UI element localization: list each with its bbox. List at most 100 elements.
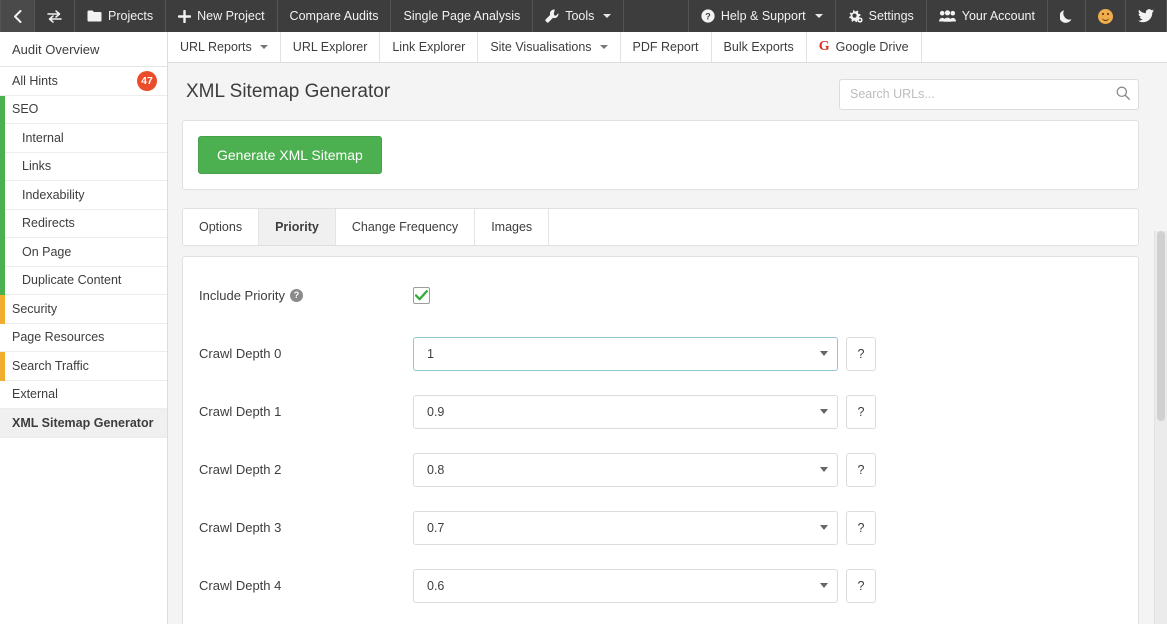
generate-xml-sitemap-button[interactable]: Generate XML Sitemap: [198, 135, 382, 174]
sidebar-item-xml-sitemap-generator[interactable]: XML Sitemap Generator: [0, 409, 167, 438]
back-chevron-icon: [13, 9, 22, 23]
tools-label: Tools: [565, 9, 595, 23]
priority-select[interactable]: 0.6: [413, 568, 838, 603]
chevron-down-icon: [820, 409, 828, 415]
crawl-depth-label: Crawl Depth 2: [199, 462, 282, 478]
nav-item-bulk-exports[interactable]: Bulk Exports: [712, 32, 807, 62]
page-header-row: XML Sitemap Generator: [182, 75, 1139, 120]
sidebar-accent-bar: [0, 181, 5, 210]
sidebar-item-label: External: [12, 387, 58, 402]
projects-menu-item[interactable]: Projects: [75, 0, 167, 32]
nav-item-pdf-report[interactable]: PDF Report: [621, 32, 712, 62]
sidebar-item-label: Redirects: [22, 216, 75, 231]
chevron-down-icon: [820, 525, 828, 531]
sidebar-item-security[interactable]: Security: [0, 295, 167, 324]
priority-help-button[interactable]: ?: [846, 568, 876, 603]
left-sidebar: Audit Overview All Hints 47 SEO Internal Lin…: [0, 32, 168, 624]
sidebar-accent-bar: [0, 124, 5, 153]
chevron-down-icon: [820, 351, 828, 357]
nav-label: Link Explorer: [392, 39, 466, 54]
single-page-analysis-menu-item[interactable]: Single Page Analysis: [391, 0, 534, 32]
nav-label: URL Reports: [180, 39, 252, 54]
priority-select[interactable]: 0.9: [413, 394, 838, 429]
sidebar-item-external[interactable]: External: [0, 380, 167, 409]
tab-images[interactable]: Images: [475, 208, 550, 245]
sidebar-item-indexability[interactable]: Indexability: [0, 181, 167, 210]
folder-icon: [87, 10, 102, 22]
sidebar-accent-bar: [0, 352, 5, 381]
back-button[interactable]: [0, 0, 35, 32]
chevron-down-icon: [814, 14, 823, 18]
sidebar-item-seo[interactable]: SEO: [0, 95, 167, 124]
tab-options[interactable]: Options: [183, 208, 260, 245]
priority-help-button[interactable]: ?: [846, 336, 876, 371]
feedback-smiley-button[interactable]: [1086, 0, 1126, 32]
search-input[interactable]: [839, 78, 1139, 110]
settings-label: Settings: [868, 9, 914, 23]
switch-project-button[interactable]: [35, 0, 75, 32]
priority-help-button[interactable]: ?: [846, 510, 876, 545]
sidebar-item-links[interactable]: Links: [0, 152, 167, 181]
priority-form-panel: Include Priority ? Crawl Depth 0 1? Crawl …: [182, 255, 1139, 624]
sidebar-accent-bar: [0, 209, 5, 238]
priority-select[interactable]: 0.8: [413, 452, 838, 487]
nav-item-google-drive[interactable]: G Google Drive: [807, 32, 922, 62]
crawl-depth-row: Crawl Depth 3 0.7?: [183, 510, 1138, 545]
sidebar-item-search-traffic[interactable]: Search Traffic: [0, 352, 167, 381]
content-area: XML Sitemap Generator Generate XML Sitem…: [168, 62, 1167, 624]
new-project-menu-item[interactable]: New Project: [166, 0, 278, 32]
gears-icon: [848, 9, 863, 23]
sidebar-item-redirects[interactable]: Redirects: [0, 209, 167, 238]
new-project-label: New Project: [197, 9, 265, 23]
priority-select-group: 0.7?: [413, 510, 876, 545]
priority-select[interactable]: 1: [413, 336, 838, 371]
sidebar-item-on-page[interactable]: On Page: [0, 238, 167, 267]
sidebar-item-label: Links: [22, 159, 52, 174]
priority-select-value: 0.7: [427, 520, 445, 535]
chevron-down-icon: [820, 583, 828, 589]
compare-audits-menu-item[interactable]: Compare Audits: [278, 0, 392, 32]
global-top-bar: Projects New Project Compare Audits Sing…: [0, 0, 1167, 32]
topbar-spacer: [624, 0, 689, 32]
tab-label: Change Frequency: [351, 219, 459, 234]
priority-select[interactable]: 0.7: [413, 510, 838, 545]
sidebar-item-label: XML Sitemap Generator: [12, 415, 154, 430]
sidebar-item-internal[interactable]: Internal: [0, 124, 167, 153]
audit-overview-header: Audit Overview: [0, 32, 167, 67]
nav-item-url-reports[interactable]: URL Reports: [168, 32, 281, 62]
sidebar-item-page-resources[interactable]: Page Resources: [0, 323, 167, 352]
sidebar-item-label: Duplicate Content: [22, 273, 122, 288]
nav-item-site-visualisations[interactable]: Site Visualisations: [478, 32, 621, 62]
crawl-depth-row: Crawl Depth 1 0.9?: [183, 394, 1138, 429]
twitter-link[interactable]: [1126, 0, 1167, 32]
sidebar-item-duplicate-content[interactable]: Duplicate Content: [0, 266, 167, 295]
sidebar-item-all-hints[interactable]: All Hints 47: [0, 67, 167, 96]
sidebar-accent-bar: [0, 152, 5, 181]
twitter-icon: [1138, 9, 1154, 23]
help-icon[interactable]: ?: [289, 289, 303, 303]
priority-help-button[interactable]: ?: [846, 452, 876, 487]
settings-menu-item[interactable]: Settings: [836, 0, 927, 32]
tab-priority[interactable]: Priority: [259, 208, 336, 245]
page-title: XML Sitemap Generator: [186, 80, 391, 102]
tools-menu-item[interactable]: Tools: [533, 0, 625, 32]
help-support-menu-item[interactable]: ? Help & Support: [689, 0, 836, 32]
scrollbar-thumb[interactable]: [1157, 230, 1165, 421]
question-circle-icon: ?: [701, 9, 715, 23]
sidebar-item-label: Search Traffic: [12, 358, 89, 373]
content-inner: XML Sitemap Generator Generate XML Sitem…: [168, 75, 1167, 624]
plus-icon: [178, 9, 192, 23]
priority-help-button[interactable]: ?: [846, 394, 876, 429]
page-layout: Audit Overview All Hints 47 SEO Internal Lin…: [0, 32, 1167, 624]
tab-change-frequency[interactable]: Change Frequency: [335, 208, 476, 245]
dark-mode-toggle[interactable]: [1048, 0, 1086, 32]
vertical-scrollbar[interactable]: [1154, 230, 1167, 624]
include-priority-checkbox[interactable]: [413, 287, 430, 305]
main-column: URL Reports URL Explorer Link Explorer S…: [168, 32, 1167, 624]
nav-item-url-explorer[interactable]: URL Explorer: [281, 32, 381, 62]
your-account-menu-item[interactable]: Your Account: [927, 0, 1048, 32]
nav-item-link-explorer[interactable]: Link Explorer: [380, 32, 479, 62]
search-icon[interactable]: [1116, 86, 1130, 105]
tab-label: Images: [491, 219, 533, 234]
sidebar-accent-bar: [0, 238, 5, 267]
